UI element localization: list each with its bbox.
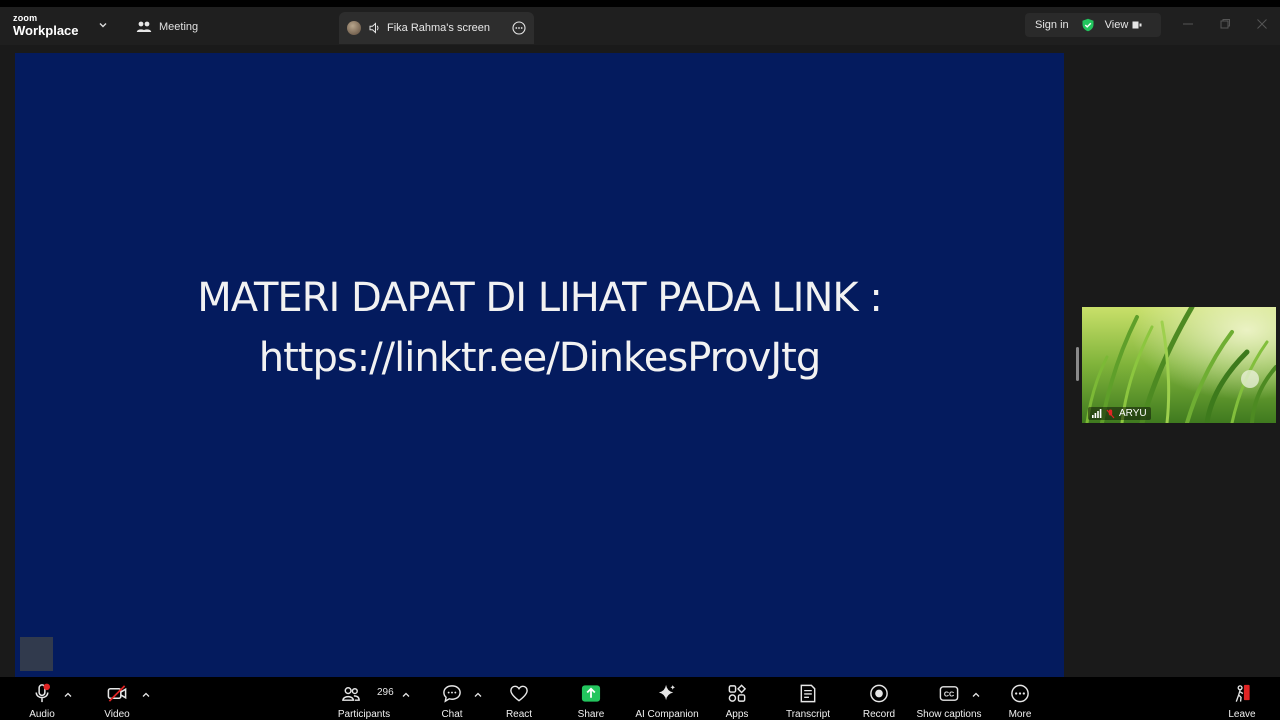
shared-screen: MATERI DAPAT DI LIHAT PADA LINK : https:… (15, 53, 1064, 677)
leave-button[interactable]: Leave (1228, 677, 1256, 720)
screen-tab-label: Fika Rahma's screen (387, 22, 490, 34)
apps-icon (728, 684, 747, 702)
captions-icon: CC (939, 686, 959, 701)
transcript-label: Transcript (785, 709, 831, 720)
slide-title: MATERI DAPAT DI LIHAT PADA LINK : (197, 275, 883, 321)
logo-product: Workplace (13, 23, 79, 38)
chat-options-chevron-icon[interactable] (473, 690, 483, 700)
panel-resize-handle[interactable] (1076, 347, 1079, 381)
participants-icon (342, 687, 360, 701)
more-button[interactable]: More (1006, 677, 1034, 720)
more-icon (1011, 684, 1029, 703)
signal-icon (1092, 409, 1102, 418)
more-options-icon[interactable] (512, 21, 526, 35)
video-options-chevron-icon[interactable] (141, 690, 151, 700)
show-captions-label: Show captions (916, 709, 982, 720)
view-button[interactable]: View (1105, 19, 1129, 31)
speaker-icon (369, 22, 379, 34)
svg-text:CC: CC (944, 691, 954, 699)
leave-label: Leave (1228, 709, 1256, 720)
share-screen-icon (581, 685, 601, 702)
audio-button[interactable]: Audio (29, 677, 55, 720)
top-strip (0, 0, 1280, 7)
minimize-icon[interactable] (1181, 17, 1195, 31)
muted-mic-icon (1106, 409, 1115, 418)
sparkle-icon (658, 684, 676, 701)
audio-label: Audio (29, 709, 55, 720)
chat-label: Chat (441, 709, 463, 720)
heart-icon (510, 685, 528, 702)
view-layout-icon (1132, 21, 1142, 29)
record-button[interactable]: Record (861, 677, 897, 720)
restore-icon[interactable] (1218, 17, 1232, 31)
record-label: Record (862, 709, 896, 720)
chat-button[interactable]: Chat (440, 677, 464, 720)
chevron-down-icon[interactable] (97, 19, 109, 31)
record-icon (870, 684, 888, 703)
annotation-thumbnail[interactable] (20, 637, 53, 671)
leave-icon (1235, 684, 1250, 702)
share-button[interactable]: Share (577, 677, 605, 720)
tab-shared-screen[interactable]: Fika Rahma's screen (339, 12, 534, 44)
meeting-tab-label: Meeting (159, 21, 199, 33)
sign-in-button[interactable]: Sign in (1035, 19, 1069, 31)
video-label: Video (104, 709, 130, 720)
slide-link: https://linktr.ee/DinkesProvJtg (258, 335, 821, 381)
participants-button[interactable]: Participants (337, 677, 391, 720)
video-button[interactable]: Video (103, 677, 131, 720)
react-label: React (505, 709, 533, 720)
react-button[interactable]: React (505, 677, 533, 720)
chat-icon (443, 685, 461, 703)
shield-icon[interactable] (1081, 18, 1095, 32)
apps-button[interactable]: Apps (723, 677, 751, 720)
more-label: More (1008, 709, 1032, 720)
participants-options-chevron-icon[interactable] (401, 690, 411, 700)
title-bar: zoom Workplace Meeting Fika Rahma's scre… (0, 7, 1280, 45)
participant-name-label: ARYU (1088, 407, 1151, 420)
video-off-icon (107, 685, 127, 702)
microphone-icon (35, 683, 51, 703)
account-group: Sign in View (1025, 13, 1161, 37)
captions-options-chevron-icon[interactable] (971, 690, 981, 700)
ai-companion-button[interactable]: AI Companion (634, 677, 700, 720)
transcript-icon (800, 684, 816, 703)
meeting-toolbar: Audio Video Participants 296 Chat React … (0, 677, 1280, 720)
audio-options-chevron-icon[interactable] (63, 690, 73, 700)
participants-label: Participants (337, 709, 391, 720)
transcript-button[interactable]: Transcript (785, 677, 831, 720)
ai-companion-label: AI Companion (635, 709, 699, 720)
apps-label: Apps (725, 709, 749, 720)
logo-brand: zoom (13, 13, 38, 23)
zoom-logo: zoom Workplace (13, 13, 79, 38)
participants-count: 296 (377, 687, 394, 698)
people-icon (136, 21, 152, 32)
participant-video-image (1082, 307, 1276, 423)
participant-name: ARYU (1119, 408, 1147, 419)
share-label: Share (577, 709, 605, 720)
close-icon[interactable] (1255, 17, 1269, 31)
participant-video-tile[interactable]: ARYU (1082, 307, 1276, 423)
tab-meeting[interactable]: Meeting (136, 17, 198, 37)
avatar (347, 21, 361, 35)
